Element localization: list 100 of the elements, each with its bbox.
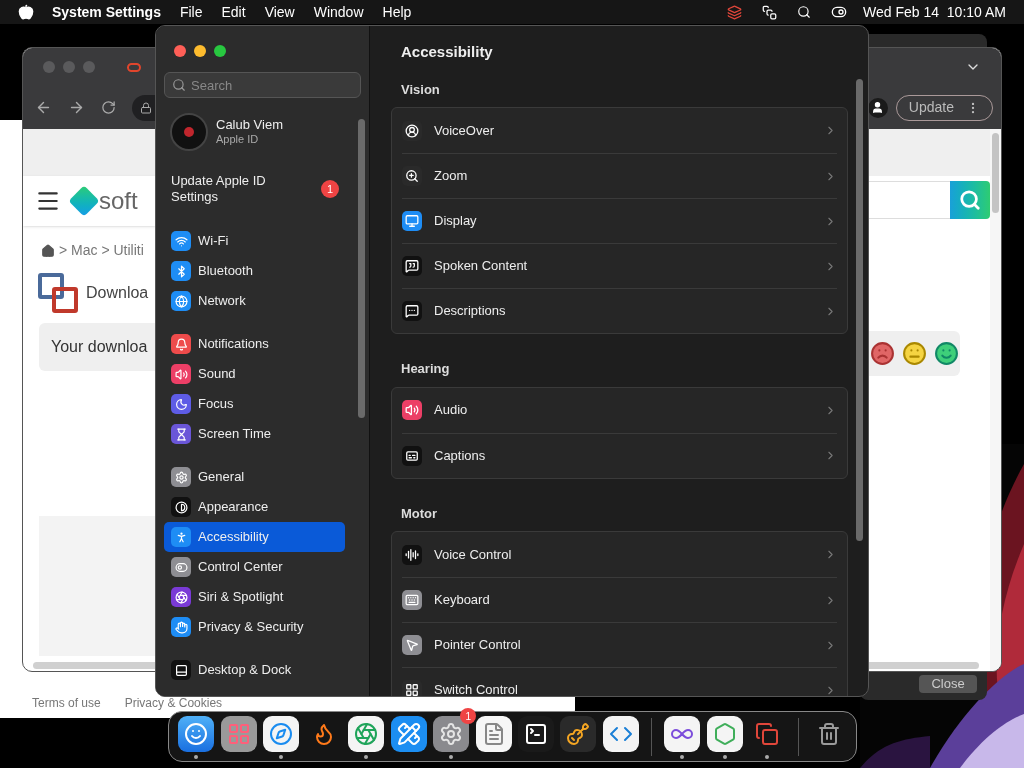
profile-icon[interactable] [867, 97, 888, 118]
hourglass-icon [171, 424, 191, 444]
tab-icon [127, 62, 141, 72]
settings-row[interactable]: Voice Control [402, 532, 837, 577]
person-icon [171, 527, 191, 547]
apple-icon[interactable] [18, 4, 34, 20]
menu-item[interactable]: Window [313, 1, 364, 23]
panel-icon [171, 660, 191, 680]
sidebar-item[interactable]: Notifications [164, 329, 345, 359]
control-center-icon[interactable] [831, 4, 848, 20]
guitar-icon[interactable] [560, 716, 597, 752]
footer-link[interactable]: Privacy & Cookies [124, 694, 223, 712]
horizontal-scrollbar[interactable] [868, 662, 979, 669]
sidebar-item[interactable]: Sound [164, 359, 345, 389]
section-heading: Vision [400, 80, 441, 99]
contrast-icon [171, 497, 191, 517]
bell-icon [171, 334, 191, 354]
face-icon[interactable] [178, 716, 215, 752]
section-heading: Motor [400, 504, 439, 523]
account-row[interactable]: Calub Viem Apple ID [164, 111, 361, 153]
breadcrumb: > Mac > Utiliti [59, 241, 144, 260]
search-field[interactable]: Search [164, 72, 361, 98]
menu-item[interactable]: Help [382, 1, 412, 23]
sidebar-item[interactable]: Appearance [164, 492, 345, 522]
notice-text: Your downloa [51, 337, 148, 357]
search-button[interactable] [950, 181, 990, 219]
close-button[interactable]: Close [919, 675, 977, 693]
menu-item[interactable]: View [264, 1, 295, 23]
download-heading: Downloa [86, 283, 149, 303]
account-name: Calub Viem [216, 118, 283, 132]
wifi-icon [171, 231, 191, 251]
scrollbar[interactable] [992, 133, 999, 213]
home-icon[interactable] [41, 243, 55, 258]
horizontal-scrollbar[interactable] [33, 662, 156, 669]
sidebar-item[interactable]: Screen Time [164, 419, 345, 449]
grid-icon[interactable] [220, 716, 257, 752]
gear-icon [171, 467, 191, 487]
sidebar-item[interactable]: Accessibility [164, 522, 345, 552]
globe-icon [171, 291, 191, 311]
speech-bubble-icon [402, 301, 422, 321]
aperture-icon[interactable] [348, 716, 385, 752]
menu-item[interactable]: File [179, 1, 203, 23]
code-icon[interactable] [602, 716, 639, 752]
settings-row[interactable]: Zoom [402, 153, 837, 198]
settings-row[interactable]: Pointer Control [402, 622, 837, 667]
windows-icon[interactable] [762, 4, 778, 20]
toggle-icon [171, 557, 191, 577]
clock: Wed Feb 14 10:10 AM [863, 2, 1006, 22]
settings-row[interactable]: VoiceOver [402, 108, 837, 153]
sidebar-item[interactable]: Focus [164, 389, 345, 419]
section-heading: Hearing [400, 360, 451, 378]
pencil-ruler-icon[interactable] [390, 716, 427, 752]
terminal-icon[interactable] [518, 716, 554, 752]
sidebar-item[interactable]: Desktop & Dock [164, 655, 345, 685]
sad-face-icon[interactable] [870, 341, 895, 366]
zoom-button[interactable] [214, 45, 226, 57]
forward-icon[interactable] [68, 99, 85, 116]
magnifier-icon [402, 166, 422, 186]
scrollbar[interactable] [856, 79, 863, 541]
search-icon[interactable] [797, 5, 812, 19]
sidebar-item[interactable]: Control Center [164, 552, 345, 582]
account-subtitle: Apple ID [216, 132, 260, 146]
page-title: Accessibility [400, 42, 494, 62]
settings-row[interactable]: Audio [402, 387, 837, 433]
settings-row[interactable]: Descriptions [402, 288, 837, 333]
compass-icon[interactable] [263, 716, 300, 752]
menu-item[interactable]: Edit [221, 1, 246, 23]
sound-wave-icon [402, 544, 422, 565]
sidebar-item[interactable]: General [164, 462, 345, 492]
neutral-face-icon[interactable] [902, 341, 927, 366]
logo-text: soft [99, 186, 138, 216]
sidebar-item[interactable]: Bluetooth [164, 256, 345, 286]
search-icon [959, 189, 981, 211]
layers-icon[interactable] [727, 4, 743, 20]
back-icon[interactable] [35, 99, 52, 116]
pointer-icon [402, 635, 422, 655]
reload-icon[interactable] [101, 100, 116, 115]
moon-icon [171, 394, 191, 414]
scrollbar[interactable] [358, 119, 365, 418]
minimize-button[interactable] [194, 45, 206, 57]
keyboard-icon [402, 590, 422, 610]
settings-row[interactable]: Display [402, 198, 837, 243]
update-notice[interactable]: Update Apple ID Settings 1 [164, 173, 361, 205]
app-menu[interactable]: System Settings [52, 1, 161, 23]
hand-icon [171, 617, 191, 637]
settings-row[interactable]: Keyboard [402, 577, 837, 622]
infinity-icon[interactable] [664, 716, 701, 752]
settings-row[interactable]: Captions [402, 432, 837, 478]
address-bar[interactable] [132, 94, 155, 121]
overlapping-squares-icon [38, 273, 78, 313]
speaker-icon [171, 364, 191, 384]
sidebar-item[interactable]: Network [164, 286, 345, 316]
footer-link[interactable]: Terms of use [32, 694, 101, 712]
close-button[interactable] [174, 45, 186, 57]
document-icon[interactable] [475, 716, 512, 752]
sidebar-item[interactable]: Siri & Spotlight [164, 582, 345, 612]
settings-row[interactable]: Spoken Content [402, 243, 837, 288]
smile-face-icon[interactable] [934, 341, 959, 366]
sidebar-item[interactable]: Privacy & Security [164, 612, 345, 642]
sidebar-item[interactable]: Wi-Fi [164, 226, 345, 256]
